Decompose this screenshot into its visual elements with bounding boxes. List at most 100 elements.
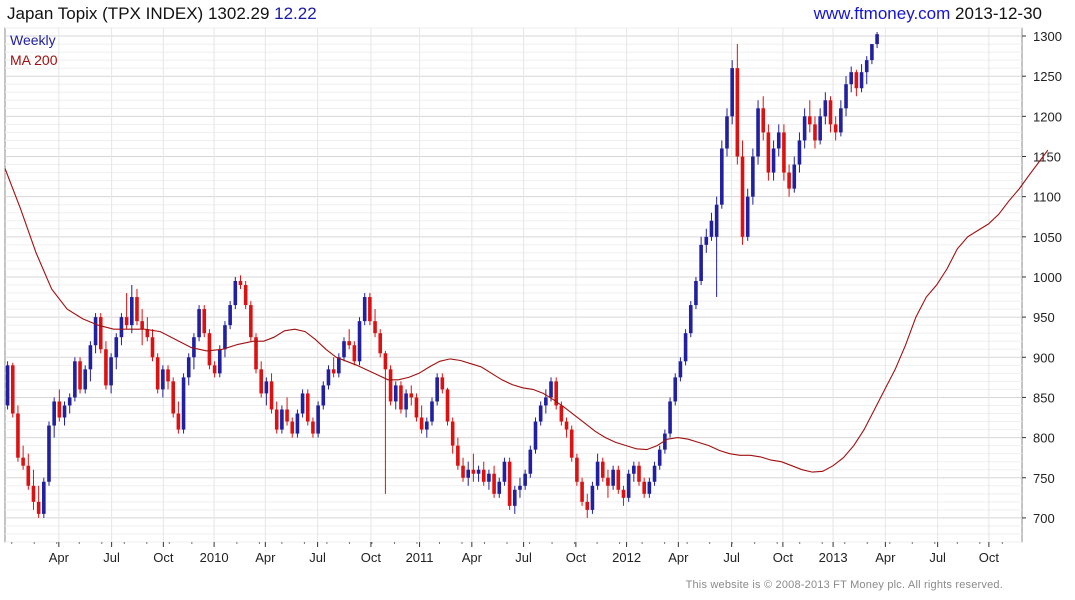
x-tick-label: Oct xyxy=(979,550,1000,565)
candle-body xyxy=(166,369,170,382)
candle-body xyxy=(621,489,626,498)
candle-body xyxy=(740,156,745,237)
candle-body xyxy=(512,489,517,506)
candle-body xyxy=(507,461,512,506)
candle-body xyxy=(549,381,553,398)
candle-body xyxy=(352,345,357,362)
candle-body xyxy=(16,413,20,458)
candle-body xyxy=(212,365,217,374)
candle-body xyxy=(425,421,429,430)
candle-body xyxy=(461,465,465,478)
candle-body xyxy=(73,361,77,398)
x-tick-label: Jul xyxy=(309,550,326,565)
candle-body xyxy=(492,473,496,494)
candle-body xyxy=(31,485,36,502)
candle-body xyxy=(642,481,646,494)
candle-body xyxy=(745,196,750,237)
candle-body xyxy=(854,72,859,89)
candle-body xyxy=(611,469,615,486)
candle-body xyxy=(378,333,383,354)
candle-body xyxy=(78,361,82,390)
x-tick-label: Apr xyxy=(875,550,896,565)
y-tick-label: 1250 xyxy=(1033,69,1062,84)
candle-body xyxy=(368,297,372,322)
candle-body xyxy=(26,465,31,486)
candle-body xyxy=(839,108,843,133)
candle-body xyxy=(42,481,46,514)
candle-body xyxy=(321,385,326,406)
x-tick-label: Apr xyxy=(49,550,70,565)
y-tick-label: 1000 xyxy=(1033,270,1062,285)
copyright-footer: This website is © 2008-2013 FT Money plc… xyxy=(685,579,1003,591)
candle-body xyxy=(683,333,688,362)
x-tick-label: Jul xyxy=(929,550,946,565)
candle-body xyxy=(331,369,336,374)
candle-body xyxy=(197,309,201,338)
candle-body xyxy=(388,369,393,402)
candle-body xyxy=(657,449,662,466)
candle-body xyxy=(430,401,434,422)
candle-body xyxy=(150,337,155,358)
candle-body xyxy=(419,417,424,430)
candle-body xyxy=(833,124,838,133)
candle-body xyxy=(285,409,289,422)
candle-body xyxy=(575,457,579,482)
candle-body xyxy=(564,421,569,430)
candle-body xyxy=(337,357,341,374)
candle-body xyxy=(808,116,812,125)
candle-body xyxy=(47,425,51,482)
candle-body xyxy=(362,297,367,322)
candle-body xyxy=(83,369,88,390)
candle-body xyxy=(57,401,62,418)
candle-body xyxy=(766,132,771,173)
candle-body xyxy=(295,413,300,434)
candle-body xyxy=(720,148,724,205)
candle-body xyxy=(109,357,113,386)
candle-body xyxy=(481,469,486,482)
y-tick-label: 750 xyxy=(1033,471,1055,486)
candle-body xyxy=(207,333,212,366)
x-tick-label: 2012 xyxy=(612,550,641,565)
candle-body xyxy=(761,108,766,133)
candle-body xyxy=(699,244,703,281)
candle-body xyxy=(217,349,222,374)
candle-body xyxy=(652,465,657,482)
x-tick-label: Jul xyxy=(515,550,532,565)
candle-body xyxy=(523,473,527,486)
x-tick-label: Apr xyxy=(255,550,276,565)
candle-body xyxy=(502,461,507,482)
candle-body xyxy=(828,100,833,125)
candle-body xyxy=(435,377,439,402)
candle-body xyxy=(497,481,502,494)
candle-body xyxy=(404,393,408,410)
y-tick-label: 1300 xyxy=(1033,29,1062,44)
candle-body xyxy=(595,461,600,486)
candle-body xyxy=(88,345,93,370)
candle-body xyxy=(606,477,610,486)
candle-body xyxy=(704,236,709,245)
candle-body xyxy=(870,44,874,61)
x-tick-label: Jul xyxy=(103,550,120,565)
candle-body xyxy=(124,317,129,326)
candle-body xyxy=(782,132,786,173)
candle-body xyxy=(67,397,72,406)
legend-ma200: MA 200 xyxy=(10,52,58,68)
candle-body xyxy=(347,341,351,346)
x-tick-label: Jul xyxy=(723,550,740,565)
candle-body xyxy=(373,321,377,334)
candle-body xyxy=(694,280,698,306)
candle-body xyxy=(93,317,98,346)
candle-body xyxy=(533,421,538,450)
candle-body xyxy=(305,393,310,422)
candle-body xyxy=(274,409,279,430)
legend-weekly: Weekly xyxy=(10,32,56,48)
candle-body xyxy=(450,421,455,446)
x-tick-label: 2010 xyxy=(200,550,229,565)
candle-body xyxy=(145,329,150,338)
candle-body xyxy=(414,397,419,418)
candle-body xyxy=(311,421,315,434)
candle-body xyxy=(709,220,714,237)
candle-body xyxy=(787,172,791,189)
candle-body xyxy=(259,369,263,394)
candle-body xyxy=(813,124,817,141)
